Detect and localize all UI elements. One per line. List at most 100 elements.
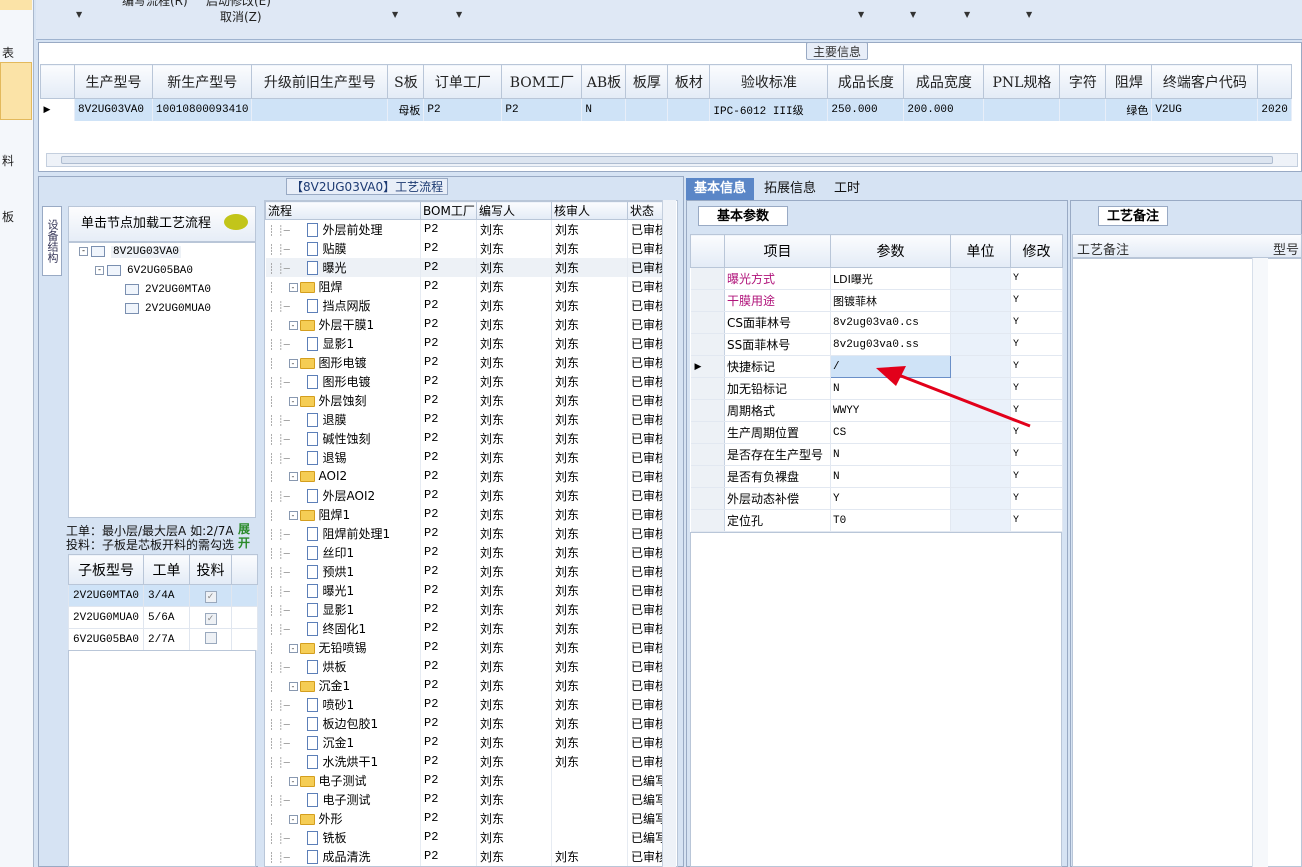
- flow-row[interactable]: ┊ - AOI2 P2 刘东 刘东 已审核: [265, 466, 669, 486]
- flow-writer-cell[interactable]: 刘东: [476, 523, 552, 543]
- flow-writer-cell[interactable]: 刘东: [476, 333, 552, 353]
- param-modify[interactable]: Y: [1010, 311, 1063, 334]
- cell[interactable]: [625, 98, 669, 121]
- collapse-icon[interactable]: -: [288, 358, 298, 368]
- param-row[interactable]: 曝光方式 LDI曝光 Y: [690, 267, 1063, 290]
- flow-row[interactable]: ┊ ┊─ 外层前处理 P2 刘东 刘东 已审核: [265, 219, 669, 239]
- flow-reviewer-cell[interactable]: 刘东: [551, 257, 628, 277]
- collapse-icon[interactable]: -: [288, 643, 298, 653]
- col-header[interactable]: 阻焊: [1105, 64, 1153, 99]
- col-header[interactable]: [1257, 64, 1292, 99]
- flow-row[interactable]: ┊ - 外形 P2 刘东 已编写: [265, 808, 669, 828]
- cell[interactable]: N: [581, 98, 627, 121]
- col-header[interactable]: 项目: [724, 234, 831, 268]
- flow-bom-cell[interactable]: P2: [420, 846, 477, 866]
- param-unit[interactable]: [950, 443, 1011, 466]
- param-row[interactable]: CS面菲林号 8v2ug03va0.cs Y: [690, 311, 1063, 334]
- scroll-thumb[interactable]: [61, 156, 1273, 164]
- flow-bom-cell[interactable]: P2: [420, 257, 477, 277]
- param-value[interactable]: Y: [830, 487, 951, 510]
- flow-name-cell[interactable]: ┊ - AOI2: [265, 466, 421, 486]
- flow-reviewer-cell[interactable]: [551, 827, 628, 847]
- collapse-icon[interactable]: -: [288, 814, 298, 824]
- flow-name-cell[interactable]: ┊ ┊─ 退膜: [265, 409, 421, 429]
- left-nav-selected[interactable]: [0, 62, 32, 120]
- flow-writer-cell[interactable]: 刘东: [476, 751, 552, 771]
- cell[interactable]: 10010800093410: [152, 98, 253, 121]
- flow-bom-cell[interactable]: P2: [420, 827, 477, 847]
- flow-bom-cell[interactable]: P2: [420, 314, 477, 334]
- flow-name-cell[interactable]: ┊ ┊─ 烘板: [265, 656, 421, 676]
- col-header[interactable]: 单位: [950, 234, 1011, 268]
- flow-reviewer-cell[interactable]: [551, 808, 628, 828]
- dropdown-arrow-icon[interactable]: ▼: [1026, 10, 1032, 19]
- flow-reviewer-cell[interactable]: 刘东: [551, 523, 628, 543]
- col-header[interactable]: BOM工厂: [501, 64, 583, 99]
- flow-row[interactable]: ┊ ┊─ 外层AOI2 P2 刘东 刘东 已审核: [265, 485, 669, 505]
- param-unit[interactable]: [950, 267, 1011, 290]
- horizontal-scrollbar[interactable]: [46, 153, 1298, 167]
- flow-bom-cell[interactable]: P2: [420, 637, 477, 657]
- flow-writer-cell[interactable]: 刘东: [476, 428, 552, 448]
- flow-bom-cell[interactable]: P2: [420, 219, 477, 239]
- col-header[interactable]: 板厚: [625, 64, 669, 99]
- cell[interactable]: 8V2UG03VA0: [74, 98, 153, 121]
- param-modify[interactable]: Y: [1010, 487, 1063, 510]
- flow-bom-cell[interactable]: P2: [420, 808, 477, 828]
- flow-bom-cell[interactable]: P2: [420, 580, 477, 600]
- dropdown-arrow-icon[interactable]: ▼: [456, 10, 462, 19]
- left-nav-item[interactable]: 料: [2, 152, 14, 169]
- flow-reviewer-cell[interactable]: 刘东: [551, 751, 628, 771]
- flow-writer-cell[interactable]: 刘东: [476, 561, 552, 581]
- flow-name-cell[interactable]: ┊ - 电子测试: [265, 770, 421, 790]
- flow-reviewer-cell[interactable]: 刘东: [551, 656, 628, 676]
- flow-row[interactable]: ┊ ┊─ 电子测试 P2 刘东 已编写: [265, 789, 669, 809]
- col-header[interactable]: 成品宽度: [903, 64, 985, 99]
- param-row[interactable]: 外层动态补偿 Y Y: [690, 487, 1063, 510]
- flow-writer-cell[interactable]: 刘东: [476, 770, 552, 790]
- flow-row[interactable]: ┊ ┊─ 成品清洗 P2 刘东 刘东 已审核: [265, 846, 669, 866]
- cell[interactable]: 6V2UG05BA0: [67, 628, 145, 651]
- flow-bom-cell[interactable]: P2: [420, 713, 477, 733]
- cell[interactable]: 5/6A: [143, 606, 191, 629]
- flow-writer-cell[interactable]: 刘东: [476, 542, 552, 562]
- dropdown-arrow-icon[interactable]: ▼: [858, 10, 864, 19]
- flow-bom-cell[interactable]: P2: [420, 504, 477, 524]
- cell[interactable]: 绿色: [1105, 98, 1153, 121]
- flow-reviewer-cell[interactable]: 刘东: [551, 485, 628, 505]
- flow-row[interactable]: ┊ ┊─ 烘板 P2 刘东 刘东 已审核: [265, 656, 669, 676]
- param-value[interactable]: T0: [830, 509, 951, 532]
- cell[interactable]: P2: [501, 98, 583, 121]
- flow-name-cell[interactable]: ┊ ┊─ 铣板: [265, 827, 421, 847]
- flow-bom-cell[interactable]: P2: [420, 276, 477, 296]
- param-unit[interactable]: [950, 509, 1011, 532]
- flow-row[interactable]: ┊ ┊─ 阻焊前处理1 P2 刘东 刘东 已审核: [265, 523, 669, 543]
- cell[interactable]: [667, 98, 711, 121]
- flow-name-cell[interactable]: ┊ ┊─ 喷砂1: [265, 694, 421, 714]
- collapse-icon[interactable]: -: [288, 681, 298, 691]
- flow-writer-cell[interactable]: 刘东: [476, 390, 552, 410]
- param-modify[interactable]: Y: [1010, 509, 1063, 532]
- main-info-row[interactable]: ▶ 8V2UG03VA0 10010800093410 母板 P2 P2 N I…: [40, 98, 1292, 121]
- flow-name-cell[interactable]: ┊ ┊─ 曝光: [265, 257, 421, 277]
- flow-writer-cell[interactable]: 刘东: [476, 618, 552, 638]
- flow-reviewer-cell[interactable]: 刘东: [551, 732, 628, 752]
- param-row[interactable]: 定位孔 T0 Y: [690, 509, 1063, 532]
- flow-row[interactable]: ┊ - 阻焊1 P2 刘东 刘东 已审核: [265, 504, 669, 524]
- flow-bom-cell[interactable]: P2: [420, 238, 477, 258]
- collapse-icon[interactable]: -: [288, 776, 298, 786]
- dropdown-arrow-icon[interactable]: ▼: [392, 10, 398, 19]
- feed-checkbox[interactable]: ✓: [204, 590, 217, 603]
- expand-button[interactable]: 展开: [238, 522, 256, 552]
- col-header[interactable]: 生产型号: [74, 64, 153, 99]
- flow-writer-cell[interactable]: 刘东: [476, 694, 552, 714]
- col-header[interactable]: 终端客户代码: [1151, 64, 1259, 99]
- cell[interactable]: 3/4A: [143, 584, 191, 607]
- flow-reviewer-cell[interactable]: 刘东: [551, 333, 628, 353]
- tab-extended-info[interactable]: 拓展信息: [756, 178, 824, 200]
- col-header[interactable]: 升级前旧生产型号: [251, 64, 389, 99]
- flow-bom-cell[interactable]: P2: [420, 371, 477, 391]
- table-row[interactable]: 6V2UG05BA0 2/7A: [67, 628, 259, 651]
- tree-node[interactable]: 2V2UG0MUA0: [125, 300, 211, 318]
- tree-node[interactable]: 2V2UG0MTA0: [125, 281, 211, 299]
